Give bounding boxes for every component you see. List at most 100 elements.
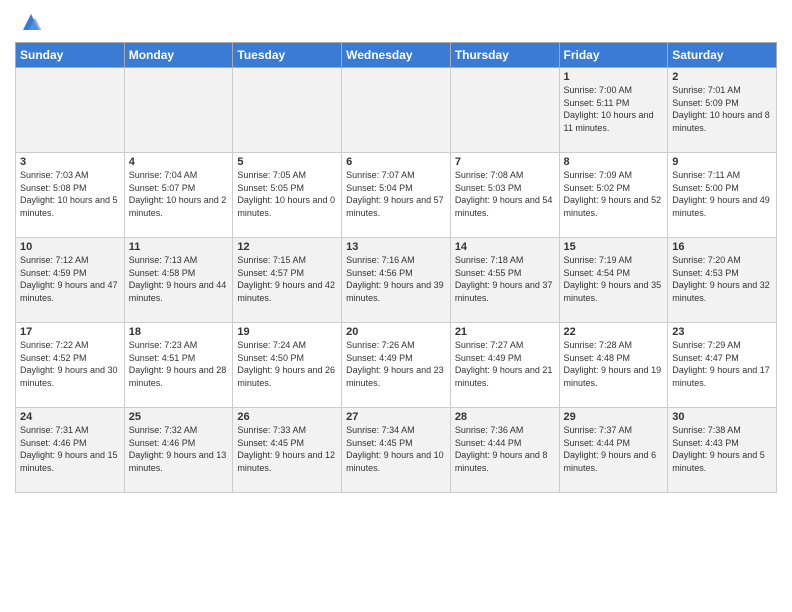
day-cell: 30Sunrise: 7:38 AM Sunset: 4:43 PM Dayli… [668,408,777,493]
day-info: Sunrise: 7:22 AM Sunset: 4:52 PM Dayligh… [20,339,120,389]
day-info: Sunrise: 7:04 AM Sunset: 5:07 PM Dayligh… [129,169,229,219]
day-number: 25 [129,411,229,423]
header-row [15,10,777,34]
day-info: Sunrise: 7:08 AM Sunset: 5:03 PM Dayligh… [455,169,555,219]
day-cell: 12Sunrise: 7:15 AM Sunset: 4:57 PM Dayli… [233,238,342,323]
day-cell: 15Sunrise: 7:19 AM Sunset: 4:54 PM Dayli… [559,238,668,323]
day-number: 14 [455,241,555,253]
day-number: 29 [564,411,664,423]
day-number: 28 [455,411,555,423]
logo-icon [19,10,43,34]
day-number: 10 [20,241,120,253]
day-info: Sunrise: 7:29 AM Sunset: 4:47 PM Dayligh… [672,339,772,389]
day-info: Sunrise: 7:12 AM Sunset: 4:59 PM Dayligh… [20,254,120,304]
week-row-1: 1Sunrise: 7:00 AM Sunset: 5:11 PM Daylig… [16,68,777,153]
week-row-3: 10Sunrise: 7:12 AM Sunset: 4:59 PM Dayli… [16,238,777,323]
day-number: 9 [672,156,772,168]
day-info: Sunrise: 7:24 AM Sunset: 4:50 PM Dayligh… [237,339,337,389]
day-cell: 5Sunrise: 7:05 AM Sunset: 5:05 PM Daylig… [233,153,342,238]
day-number: 26 [237,411,337,423]
day-cell: 9Sunrise: 7:11 AM Sunset: 5:00 PM Daylig… [668,153,777,238]
day-cell: 28Sunrise: 7:36 AM Sunset: 4:44 PM Dayli… [450,408,559,493]
day-number: 21 [455,326,555,338]
weekday-header-thursday: Thursday [450,43,559,68]
day-cell: 13Sunrise: 7:16 AM Sunset: 4:56 PM Dayli… [342,238,451,323]
day-cell [233,68,342,153]
day-cell [342,68,451,153]
day-cell: 19Sunrise: 7:24 AM Sunset: 4:50 PM Dayli… [233,323,342,408]
day-info: Sunrise: 7:18 AM Sunset: 4:55 PM Dayligh… [455,254,555,304]
day-info: Sunrise: 7:03 AM Sunset: 5:08 PM Dayligh… [20,169,120,219]
day-cell: 27Sunrise: 7:34 AM Sunset: 4:45 PM Dayli… [342,408,451,493]
day-info: Sunrise: 7:11 AM Sunset: 5:00 PM Dayligh… [672,169,772,219]
day-cell: 11Sunrise: 7:13 AM Sunset: 4:58 PM Dayli… [124,238,233,323]
weekday-header-row: SundayMondayTuesdayWednesdayThursdayFrid… [16,43,777,68]
day-cell [124,68,233,153]
day-number: 16 [672,241,772,253]
day-number: 1 [564,71,664,83]
day-cell: 14Sunrise: 7:18 AM Sunset: 4:55 PM Dayli… [450,238,559,323]
day-info: Sunrise: 7:27 AM Sunset: 4:49 PM Dayligh… [455,339,555,389]
day-info: Sunrise: 7:13 AM Sunset: 4:58 PM Dayligh… [129,254,229,304]
day-cell [450,68,559,153]
day-info: Sunrise: 7:32 AM Sunset: 4:46 PM Dayligh… [129,424,229,474]
day-cell: 29Sunrise: 7:37 AM Sunset: 4:44 PM Dayli… [559,408,668,493]
day-number: 6 [346,156,446,168]
day-cell: 23Sunrise: 7:29 AM Sunset: 4:47 PM Dayli… [668,323,777,408]
day-info: Sunrise: 7:16 AM Sunset: 4:56 PM Dayligh… [346,254,446,304]
day-info: Sunrise: 7:07 AM Sunset: 5:04 PM Dayligh… [346,169,446,219]
day-cell: 4Sunrise: 7:04 AM Sunset: 5:07 PM Daylig… [124,153,233,238]
day-number: 20 [346,326,446,338]
day-number: 11 [129,241,229,253]
page: SundayMondayTuesdayWednesdayThursdayFrid… [0,0,792,503]
day-info: Sunrise: 7:20 AM Sunset: 4:53 PM Dayligh… [672,254,772,304]
day-number: 8 [564,156,664,168]
day-cell: 8Sunrise: 7:09 AM Sunset: 5:02 PM Daylig… [559,153,668,238]
day-info: Sunrise: 7:36 AM Sunset: 4:44 PM Dayligh… [455,424,555,474]
day-info: Sunrise: 7:37 AM Sunset: 4:44 PM Dayligh… [564,424,664,474]
day-number: 22 [564,326,664,338]
day-info: Sunrise: 7:05 AM Sunset: 5:05 PM Dayligh… [237,169,337,219]
day-cell: 22Sunrise: 7:28 AM Sunset: 4:48 PM Dayli… [559,323,668,408]
day-number: 4 [129,156,229,168]
day-info: Sunrise: 7:15 AM Sunset: 4:57 PM Dayligh… [237,254,337,304]
day-cell: 26Sunrise: 7:33 AM Sunset: 4:45 PM Dayli… [233,408,342,493]
day-number: 13 [346,241,446,253]
day-cell: 6Sunrise: 7:07 AM Sunset: 5:04 PM Daylig… [342,153,451,238]
calendar-table: SundayMondayTuesdayWednesdayThursdayFrid… [15,42,777,493]
day-number: 17 [20,326,120,338]
day-number: 15 [564,241,664,253]
day-cell: 21Sunrise: 7:27 AM Sunset: 4:49 PM Dayli… [450,323,559,408]
day-cell: 20Sunrise: 7:26 AM Sunset: 4:49 PM Dayli… [342,323,451,408]
day-number: 3 [20,156,120,168]
day-info: Sunrise: 7:23 AM Sunset: 4:51 PM Dayligh… [129,339,229,389]
day-number: 5 [237,156,337,168]
weekday-header-tuesday: Tuesday [233,43,342,68]
weekday-header-sunday: Sunday [16,43,125,68]
day-info: Sunrise: 7:01 AM Sunset: 5:09 PM Dayligh… [672,84,772,134]
day-number: 30 [672,411,772,423]
day-cell: 16Sunrise: 7:20 AM Sunset: 4:53 PM Dayli… [668,238,777,323]
day-info: Sunrise: 7:33 AM Sunset: 4:45 PM Dayligh… [237,424,337,474]
weekday-header-saturday: Saturday [668,43,777,68]
day-info: Sunrise: 7:26 AM Sunset: 4:49 PM Dayligh… [346,339,446,389]
week-row-4: 17Sunrise: 7:22 AM Sunset: 4:52 PM Dayli… [16,323,777,408]
day-number: 24 [20,411,120,423]
day-number: 18 [129,326,229,338]
day-info: Sunrise: 7:09 AM Sunset: 5:02 PM Dayligh… [564,169,664,219]
day-info: Sunrise: 7:34 AM Sunset: 4:45 PM Dayligh… [346,424,446,474]
week-row-5: 24Sunrise: 7:31 AM Sunset: 4:46 PM Dayli… [16,408,777,493]
day-info: Sunrise: 7:28 AM Sunset: 4:48 PM Dayligh… [564,339,664,389]
day-cell: 25Sunrise: 7:32 AM Sunset: 4:46 PM Dayli… [124,408,233,493]
day-number: 27 [346,411,446,423]
day-cell: 7Sunrise: 7:08 AM Sunset: 5:03 PM Daylig… [450,153,559,238]
day-number: 12 [237,241,337,253]
day-cell: 18Sunrise: 7:23 AM Sunset: 4:51 PM Dayli… [124,323,233,408]
day-cell: 3Sunrise: 7:03 AM Sunset: 5:08 PM Daylig… [16,153,125,238]
day-info: Sunrise: 7:31 AM Sunset: 4:46 PM Dayligh… [20,424,120,474]
logo [15,10,43,34]
weekday-header-wednesday: Wednesday [342,43,451,68]
day-info: Sunrise: 7:19 AM Sunset: 4:54 PM Dayligh… [564,254,664,304]
day-number: 7 [455,156,555,168]
day-number: 19 [237,326,337,338]
